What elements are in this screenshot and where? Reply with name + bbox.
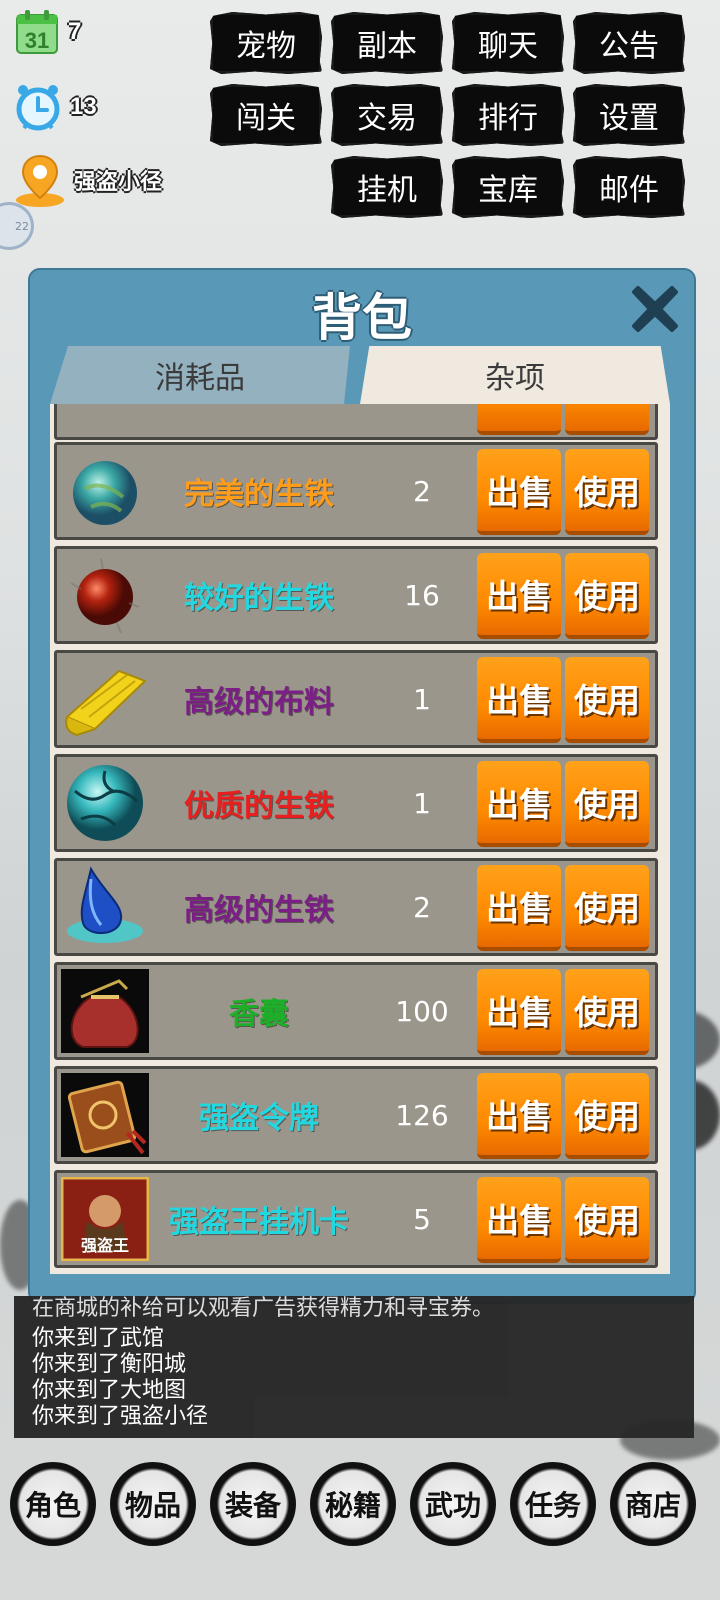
list-item: 优质的生铁 1 出售 使用	[54, 754, 658, 852]
item-quantity: 100	[395, 994, 449, 1028]
dungeon-button[interactable]: 副本	[331, 12, 443, 74]
use-button[interactable]: 使用	[565, 1177, 649, 1263]
chat-button[interactable]: 聊天	[452, 12, 564, 74]
bandit-king-card-icon: 强盗王	[61, 1177, 149, 1261]
list-item: 强盗王 强盗王挂机卡 5 出售 使用	[54, 1170, 658, 1268]
announcement-button[interactable]: 公告	[573, 12, 685, 74]
list-item: 强盗令牌 126 出售 使用	[54, 1066, 658, 1164]
nav-shop[interactable]: 商店	[610, 1462, 696, 1546]
use-button[interactable]: 使用	[565, 1073, 649, 1159]
nav-manuals[interactable]: 秘籍	[310, 1462, 396, 1546]
item-quantity: 126	[395, 1098, 449, 1132]
nav-items[interactable]: 物品	[110, 1462, 196, 1546]
list-item: 香囊 100 出售 使用	[54, 962, 658, 1060]
svg-text:强盗王: 强盗王	[81, 1236, 129, 1255]
list-item-partial	[54, 404, 658, 440]
sell-button[interactable]	[477, 404, 561, 435]
tab-consumables[interactable]: 消耗品	[50, 346, 350, 404]
log-line: 你来到了强盗小径	[32, 1404, 209, 1429]
alarm-counter: 13	[14, 82, 97, 132]
alarm-clock-icon	[16, 85, 60, 131]
item-name: 优质的生铁	[184, 789, 334, 824]
location-indicator: 强盗小径	[14, 152, 162, 208]
alarm-value: 13	[70, 93, 97, 120]
list-item: 高级的生铁 2 出售 使用	[54, 858, 658, 956]
bag-panel: 背包 消耗品 杂项 完美的生铁 2 出售 使用 较好的生铁 16 出售 使用 高…	[28, 268, 696, 1304]
sell-button[interactable]: 出售	[477, 761, 561, 847]
list-item: 高级的布料 1 出售 使用	[54, 650, 658, 748]
item-name: 高级的布料	[184, 685, 334, 720]
challenge-button[interactable]: 闯关	[210, 84, 322, 146]
sell-button[interactable]: 出售	[477, 449, 561, 535]
svg-text:31: 31	[25, 28, 49, 53]
blue-crystal-icon	[67, 866, 143, 943]
use-button[interactable]	[565, 404, 649, 435]
use-button[interactable]: 使用	[565, 969, 649, 1055]
sell-button[interactable]: 出售	[477, 1177, 561, 1263]
nav-quests[interactable]: 任务	[510, 1462, 596, 1546]
cyan-stone-icon	[67, 765, 143, 841]
pet-button[interactable]: 宠物	[210, 12, 322, 74]
teal-orb-icon	[73, 461, 137, 525]
item-name: 完美的生铁	[184, 477, 334, 512]
item-quantity: 2	[413, 474, 431, 508]
use-button[interactable]: 使用	[565, 657, 649, 743]
sell-button[interactable]: 出售	[477, 865, 561, 951]
nav-equipment[interactable]: 装备	[210, 1462, 296, 1546]
sachet-icon	[61, 969, 149, 1053]
nav-martial-arts[interactable]: 武功	[410, 1462, 496, 1546]
use-button[interactable]: 使用	[565, 553, 649, 639]
item-name: 强盗王挂机卡	[169, 1205, 349, 1240]
close-icon[interactable]	[626, 280, 684, 338]
message-log: 在商城的补给可以观看广告获得精力和寻宝券。 你来到了武馆 你来到了衡阳城 你来到…	[14, 1296, 694, 1438]
calendar-counter: 31 7	[14, 8, 81, 56]
item-name: 强盗令牌	[199, 1101, 319, 1136]
item-quantity: 1	[413, 786, 431, 820]
bandit-token-icon	[61, 1073, 149, 1157]
treasury-button[interactable]: 宝库	[452, 156, 564, 218]
tab-misc[interactable]: 杂项	[360, 346, 670, 404]
item-list[interactable]: 完美的生铁 2 出售 使用 较好的生铁 16 出售 使用 高级的布料 1 出售 …	[50, 404, 670, 1274]
bag-title: 背包	[312, 289, 412, 347]
item-name: 高级的生铁	[184, 893, 334, 928]
sell-button[interactable]: 出售	[477, 657, 561, 743]
item-name: 较好的生铁	[184, 581, 334, 616]
item-quantity: 16	[404, 578, 440, 612]
calendar-icon: 31	[16, 10, 58, 54]
item-quantity: 2	[413, 890, 431, 924]
side-badge[interactable]: 22	[0, 202, 34, 250]
list-item: 完美的生铁 2 出售 使用	[54, 442, 658, 540]
log-line: 在商城的补给可以观看广告获得精力和寻宝券。	[32, 1296, 495, 1321]
use-button[interactable]: 使用	[565, 761, 649, 847]
calendar-value: 7	[68, 18, 82, 45]
item-quantity: 1	[413, 682, 431, 716]
item-quantity: 5	[413, 1202, 431, 1236]
cloth-roll-icon	[65, 669, 147, 737]
nav-character[interactable]: 角色	[10, 1462, 96, 1546]
sell-button[interactable]: 出售	[477, 969, 561, 1055]
location-pin-icon	[16, 154, 64, 207]
mail-button[interactable]: 邮件	[573, 156, 685, 218]
sell-button[interactable]: 出售	[477, 1073, 561, 1159]
settings-button[interactable]: 设置	[573, 84, 685, 146]
red-orb-icon	[70, 558, 140, 634]
ranking-button[interactable]: 排行	[452, 84, 564, 146]
location-name: 强盗小径	[74, 169, 163, 194]
trade-button[interactable]: 交易	[331, 84, 443, 146]
use-button[interactable]: 使用	[565, 449, 649, 535]
side-badge-value: 22	[15, 219, 29, 233]
list-item: 较好的生铁 16 出售 使用	[54, 546, 658, 644]
use-button[interactable]: 使用	[565, 865, 649, 951]
auto-battle-button[interactable]: 挂机	[331, 156, 443, 218]
item-name: 香囊	[229, 997, 289, 1032]
sell-button[interactable]: 出售	[477, 553, 561, 639]
